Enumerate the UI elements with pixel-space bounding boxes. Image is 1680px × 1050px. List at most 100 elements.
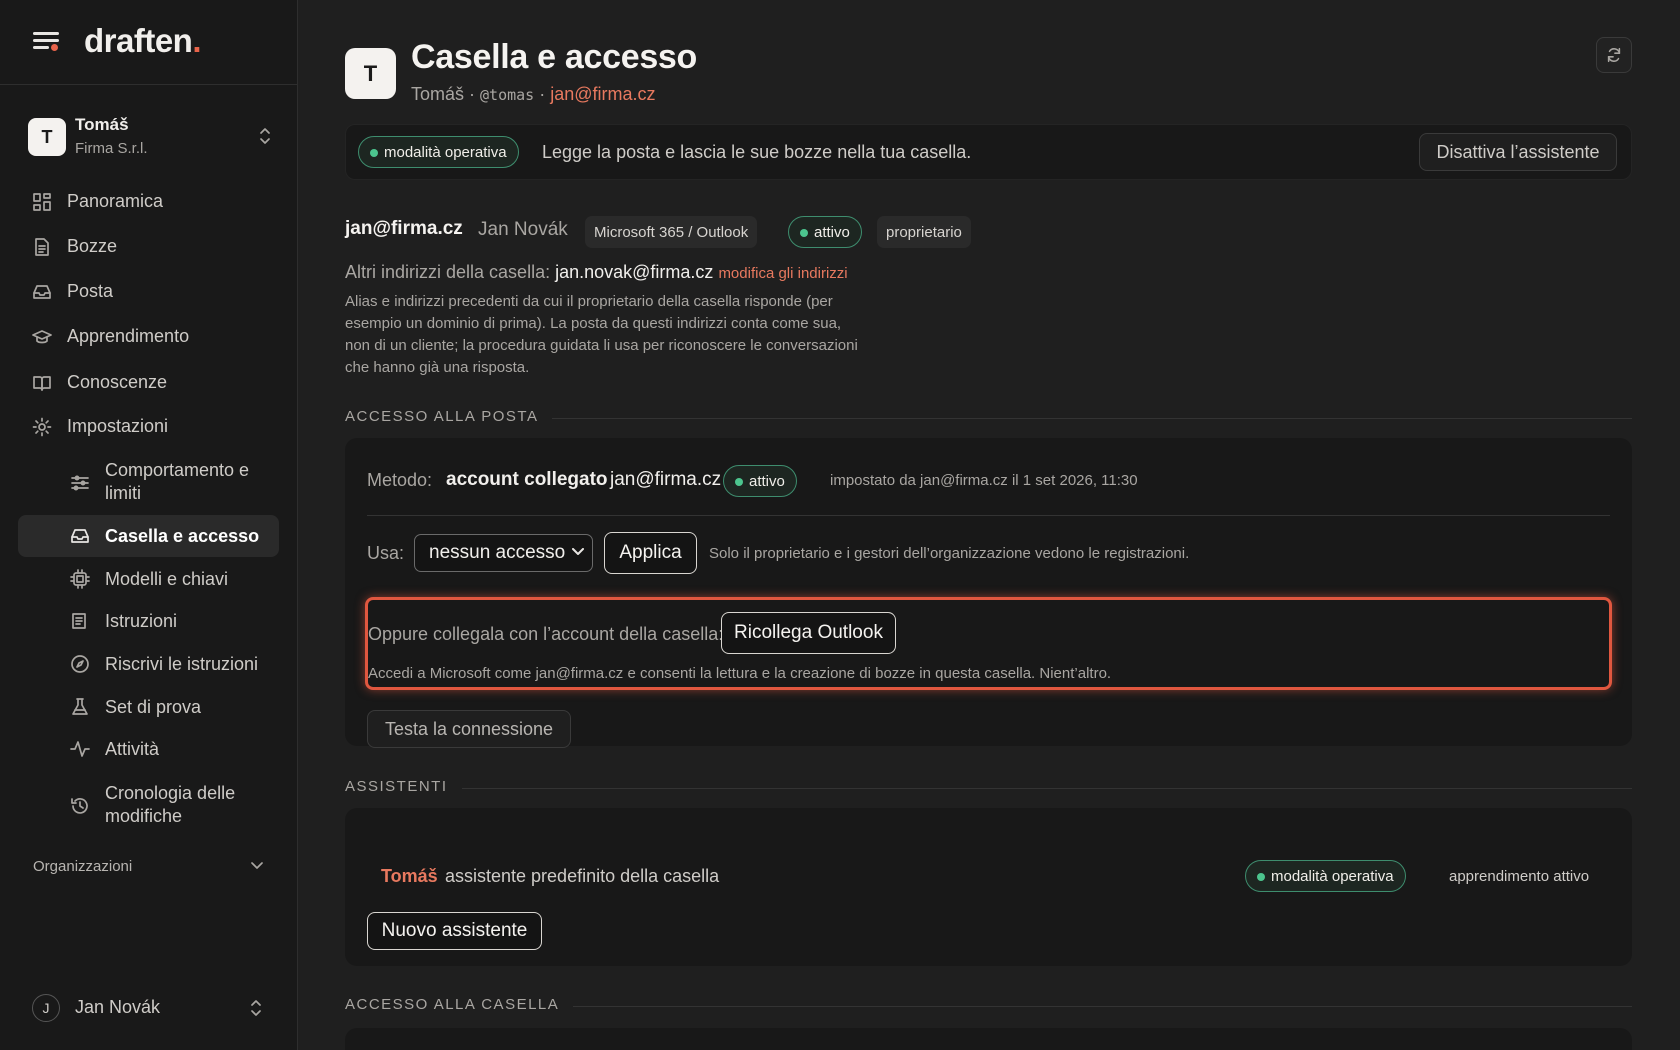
workspace-org: Firma S.r.l. [75,140,148,157]
subnav-item-riscrivi[interactable]: Riscrivi le istruzioni [18,643,279,685]
alt-address-value: jan.novak@firma.cz [555,262,714,282]
access-select[interactable]: nessun accesso [414,534,593,572]
nav-item-impostazioni[interactable]: Impostazioni [18,405,279,447]
inbox-icon [33,285,51,299]
nav-item-label: Posta [67,280,114,301]
nav-item-conoscenze[interactable]: Conoscenze [18,361,279,403]
pulse-icon [70,741,90,757]
relink-note: Accedi a Microsoft come jan@firma.cz e c… [368,665,1112,682]
subnav-item-set-prova[interactable]: Set di prova [18,686,279,728]
status-badge: attivo [723,465,797,497]
chevron-down-icon [251,862,263,869]
brand-row: draften. [0,0,298,85]
relink-outlook-button[interactable]: Ricollega Outlook [721,612,896,654]
learning-status: apprendimento attivo [1449,868,1590,885]
subtitle-handle: @tomas [480,86,535,104]
test-connection-button[interactable]: Testa la connessione [367,710,571,748]
gear-icon [32,417,52,437]
access-select-value: nessun accesso [429,542,566,563]
status-badge: modalità operativa [358,136,519,168]
subnav-item-comportamento[interactable]: Comportamento e limiti [18,458,279,508]
subnav-item-attivita[interactable]: Attività [18,728,279,770]
chip-icon [70,569,90,589]
history-icon [71,798,88,814]
subtitle-separator: · [539,84,546,104]
assistant-row[interactable]: Tomáš assistente predefinito della casel… [381,856,1596,896]
brand-logo: draften. [84,22,202,59]
user-menu[interactable]: J Jan Novák [18,990,279,1026]
subnav-item-label: Riscrivi le istruzioni [105,654,259,674]
page-subtitle: Tomáš · @tomas · jan@firma.cz [411,84,656,105]
workspace-avatar: T [28,118,66,156]
assistant-name[interactable]: Tomáš [381,866,438,887]
list-icon [72,613,86,629]
section-heading-assistants: ASSISTENTI [345,778,1632,798]
sliders-icon [71,475,89,491]
subnav-item-cronologia[interactable]: Cronologia delle modifiche [18,781,279,831]
subnav-item-label: Cronologia delle [105,783,236,803]
subnav-item-label: Attività [105,739,160,759]
nav-item-label: Bozze [67,235,118,256]
role-tag: proprietario [877,216,971,248]
inbox-icon [71,529,89,543]
menu-icon[interactable] [33,30,61,52]
disable-assistant-button[interactable]: Disattiva l’assistente [1419,133,1617,171]
nav-item-panoramica[interactable]: Panoramica [18,180,279,222]
subnav-item-label-line2: modifiche [105,806,183,826]
section-title: ACCESSO ALLA POSTA [345,408,553,425]
refresh-button[interactable] [1596,37,1632,73]
nav-item-bozze[interactable]: Bozze [18,225,279,267]
subtitle-email-link[interactable]: jan@firma.cz [550,84,655,104]
alt-addresses-line: Altri indirizzi della casella: jan.novak… [345,262,848,283]
organizations-label: Organizzazioni [33,858,133,875]
use-note: Solo il proprietario e i gestori dell’or… [709,545,1190,562]
page-avatar: T [345,48,396,99]
nav-item-posta[interactable]: Posta [18,270,279,312]
mailbox-owner-name: Jan Novák [478,219,568,240]
section-title: ACCESSO ALLA CASELLA [345,996,574,1013]
workspace-switcher[interactable]: T Tomáš Firma S.r.l. [24,112,276,164]
banner-text: Legge la posta e lascia le sue bozze nel… [542,142,972,162]
document-icon [35,238,49,256]
assistants-card: Tomáš assistente predefinito della casel… [345,808,1632,966]
assistant-description: assistente predefinito della casella [445,866,720,886]
use-row: Usa: nessun accesso Applica Solo il prop… [367,532,1610,574]
chevron-updown-icon [260,128,270,144]
graduation-cap-icon [32,330,52,344]
new-assistant-button[interactable]: Nuovo assistente [367,912,542,950]
method-email: jan@firma.cz [610,469,722,490]
chevron-down-icon [572,548,584,555]
main-content: T Casella e accesso Tomáš · @tomas · jan… [298,0,1680,1050]
subnav-item-modelli[interactable]: Modelli e chiavi [18,558,279,600]
apply-button[interactable]: Applica [604,532,697,574]
workspace-name: Tomáš [75,115,129,134]
method-meta: impostato da jan@firma.cz il 1 set 2026,… [830,472,1138,489]
subnav-item-label: Istruzioni [105,611,178,631]
book-icon [33,376,51,391]
subnav-item-label: Modelli e chiavi [105,569,229,589]
organizations-toggle[interactable]: Organizzazioni [18,852,279,884]
status-badge: modalità operativa [1245,860,1406,892]
section-heading-mail-access: ACCESSO ALLA POSTA [345,408,1632,428]
nav-item-apprendimento[interactable]: Apprendimento [18,315,279,357]
status-badge: attivo [788,216,862,248]
alt-addresses-description: Alias e indirizzi precedenti da cui il p… [345,293,858,376]
relink-label: Oppure collegala con l’account della cas… [368,624,724,644]
grid-icon [33,193,51,211]
assistant-status-banner: modalità operativa Legge la posta e lasc… [345,124,1632,180]
subnav-item-istruzioni[interactable]: Istruzioni [18,600,279,642]
alt-addresses-label: Altri indirizzi della casella: [345,262,551,282]
nav-item-label: Apprendimento [67,325,190,346]
page-title: Casella e accesso [411,38,698,76]
relink-section: Oppure collegala con l’account della cas… [365,597,1612,690]
edit-addresses-link[interactable]: modifica gli indirizzi [718,265,847,282]
subtitle-name: Tomáš · [411,84,476,104]
subnav-item-label-line2: limiti [105,483,141,503]
subnav-item-casella[interactable]: Casella e accesso [18,515,279,557]
section-title: ASSISTENTI [345,778,462,795]
nav-item-label: Conoscenze [67,371,168,392]
method-value: account collegato [446,469,608,490]
sidebar: draften. T Tomáš Firma S.r.l. Panoramica… [0,0,298,1050]
provider-tag: Microsoft 365 / Outlook [585,216,758,248]
divider [367,515,1610,516]
